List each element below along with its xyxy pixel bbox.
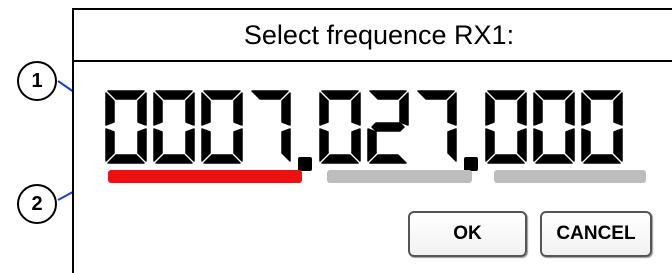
frequency-group[interactable] — [316, 87, 460, 167]
digit-segment — [583, 90, 621, 100]
digit-segment — [447, 92, 457, 126]
seven-segment-digit — [251, 90, 291, 162]
seven-segment-digit — [485, 90, 527, 164]
digit-segment — [369, 154, 407, 164]
digit-segment — [487, 154, 525, 164]
group-indicator-bar[interactable] — [494, 170, 646, 183]
digit-segment — [153, 128, 163, 162]
digit-segment — [203, 90, 241, 100]
digit-segment — [201, 92, 211, 126]
digit-segment — [517, 128, 527, 162]
digit-segment — [533, 128, 543, 162]
digit-segment — [201, 128, 211, 162]
digit-segment — [371, 122, 405, 132]
digit-segment — [155, 90, 193, 100]
digit-segment — [447, 128, 457, 162]
group-indicator-bar[interactable] — [108, 170, 302, 183]
seven-segment-digit — [417, 90, 457, 162]
digit-segment — [321, 90, 359, 100]
digit-segment — [319, 92, 329, 126]
digit-segment — [233, 128, 243, 162]
group-indicator-bar[interactable] — [327, 170, 472, 183]
digit-segment — [105, 92, 115, 126]
ok-button[interactable]: OK — [408, 211, 527, 257]
frequency-group[interactable] — [482, 87, 626, 167]
digit-segment — [565, 128, 575, 162]
digit-segment — [367, 128, 377, 162]
digit-segment — [107, 154, 145, 164]
frequency-display[interactable] — [102, 77, 650, 177]
seven-segment-digit — [533, 90, 575, 164]
seven-segment-digit — [153, 90, 195, 164]
callout-1: 1 — [17, 61, 57, 101]
digit-segment — [417, 90, 455, 100]
digit-segment — [581, 128, 591, 162]
decimal-separator — [464, 157, 478, 171]
digit-segment — [137, 128, 147, 162]
digit-segment — [487, 90, 525, 100]
digit-segment — [321, 154, 359, 164]
digit-segment — [351, 128, 361, 162]
digit-segment — [581, 92, 591, 126]
digit-segment — [155, 154, 193, 164]
digit-segment — [281, 92, 291, 126]
digit-segment — [613, 92, 623, 126]
digit-segment — [319, 128, 329, 162]
digit-segment — [281, 128, 291, 162]
digit-segment — [351, 92, 361, 126]
digit-segment — [517, 92, 527, 126]
digit-segment — [233, 92, 243, 126]
digit-segment — [203, 154, 241, 164]
digit-segment — [185, 92, 195, 126]
frequency-dialog: Select frequence RX1: OK CANCEL — [72, 8, 672, 273]
digit-segment — [107, 90, 145, 100]
seven-segment-digit — [581, 90, 623, 164]
digit-segment — [399, 92, 409, 126]
digit-segment — [565, 92, 575, 126]
digit-segment — [153, 92, 163, 126]
seven-segment-digit — [367, 90, 409, 164]
digit-segment — [369, 90, 407, 100]
digit-segment — [185, 128, 195, 162]
decimal-separator — [298, 157, 312, 171]
callout-2: 2 — [17, 184, 57, 224]
cancel-button[interactable]: CANCEL — [540, 211, 652, 257]
dialog-title: Select frequence RX1: — [74, 10, 672, 62]
seven-segment-digit — [105, 90, 147, 164]
digit-segment — [535, 90, 573, 100]
digit-segment — [485, 128, 495, 162]
digit-segment — [137, 92, 147, 126]
digit-segment — [251, 90, 289, 100]
seven-segment-digit — [201, 90, 243, 164]
frequency-group[interactable] — [102, 87, 294, 167]
digit-segment — [105, 128, 115, 162]
digit-segment — [613, 128, 623, 162]
digit-segment — [533, 92, 543, 126]
digit-segment — [485, 92, 495, 126]
digit-segment — [535, 154, 573, 164]
seven-segment-digit — [319, 90, 361, 164]
digit-segment — [583, 154, 621, 164]
